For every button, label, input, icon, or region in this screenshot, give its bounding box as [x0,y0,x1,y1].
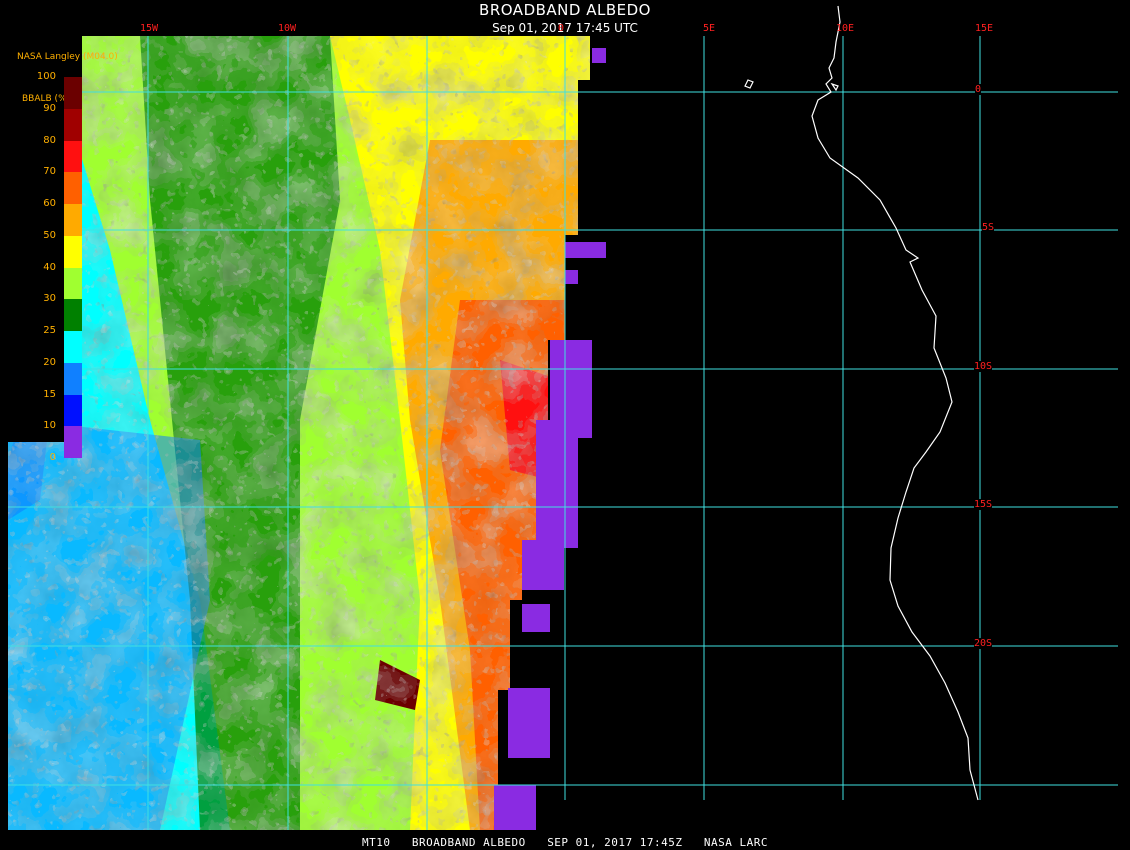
lon-label-15w: 15W [140,23,159,34]
legend-tick-label: 0 [49,452,56,463]
legend-swatch [64,331,82,363]
lat-label-15s: 15S [974,499,993,510]
lon-label-10e: 10E [836,23,855,34]
legend-tick-label: 90 [43,102,56,114]
legend-producer: NASA Langley (M04.0) [17,52,118,62]
lat-label-20s: 20S [974,638,993,649]
footer-org: NASA LARC [703,836,769,849]
legend-tick-label: 60 [43,198,56,209]
legend-swatch [64,77,82,109]
legend-tick-label: 25 [43,325,56,336]
legend-swatch [64,299,82,332]
legend-tick-label: 30 [43,293,56,305]
legend-swatch [64,267,82,300]
coastline [744,5,979,801]
footer-product: MT10 [361,836,391,849]
footer-caption: MT10 BROADBAND ALBEDO SEP 01, 2017 17:45… [0,836,1130,849]
footer-name: BROADBAND ALBEDO [411,836,526,849]
legend-swatch [64,426,82,459]
legend-swatch [64,140,82,173]
legend-tick-label: 100 [36,71,56,82]
legend-swatch [64,204,82,236]
color-legend: NASA Langley (M04.0) BBALB (%) 100 90 80 70… [8,36,118,463]
albedo-map [8,5,1118,830]
lat-label-5s: 5S [982,222,995,233]
lat-label-0: 0 [975,84,982,95]
legend-swatch [64,235,82,268]
legend-tick-label: 20 [43,356,56,368]
lon-label-15e: 15E [975,23,994,34]
timestamp-subtitle: Sep 01, 2017 17:45 UTC [492,21,638,35]
legend-tick-label: 50 [43,229,56,241]
lat-label-10s: 10S [974,361,993,372]
lon-label-0: 0 [558,23,565,34]
legend-tick-label: 80 [43,134,56,146]
footer-datetime: SEP 01, 2017 17:45Z [547,836,683,849]
legend-swatch [64,108,82,141]
page-title: BROADBAND ALBEDO [479,1,651,19]
legend-swatch [64,172,82,205]
legend-tick-label: 70 [43,166,56,178]
legend-swatch [64,362,82,395]
legend-tick-label: 15 [43,388,56,400]
lon-label-5e: 5E [703,23,716,34]
legend-tick-label: 40 [43,261,56,273]
legend-swatch [64,394,82,427]
lon-label-10w: 10W [278,23,297,34]
legend-tick-label: 10 [43,420,56,432]
